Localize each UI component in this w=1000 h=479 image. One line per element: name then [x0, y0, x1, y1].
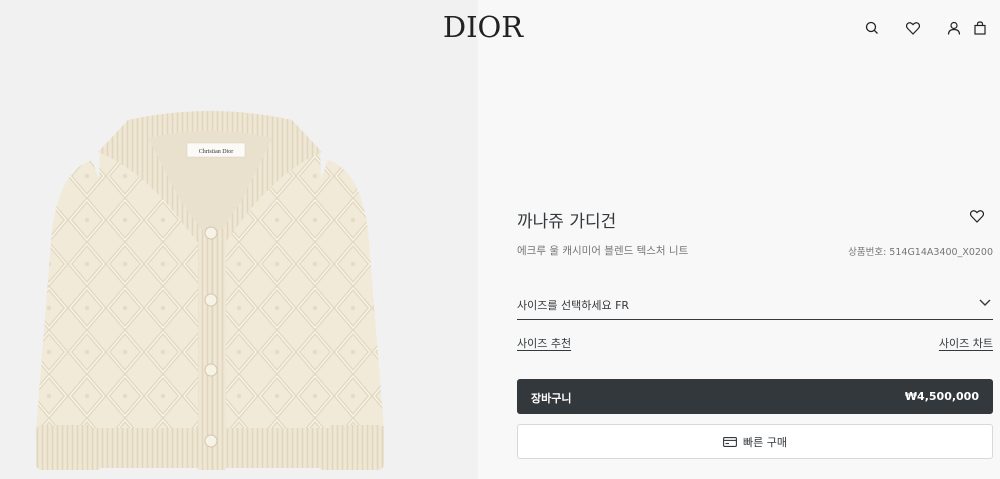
- account-icon[interactable]: [933, 18, 974, 38]
- quick-buy-label: 빠른 구매: [743, 435, 787, 449]
- product-reference: 상품번호: 514G14A3400_X0200: [848, 247, 993, 258]
- cart-button-label: 장바구니: [531, 392, 572, 405]
- dior-logo[interactable]: DIOR: [0, 10, 966, 44]
- size-select-label: 사이즈를 선택하세요 FR: [517, 299, 630, 312]
- size-recommend-link[interactable]: 사이즈 추천: [517, 335, 571, 351]
- header-icons: [851, 18, 1000, 38]
- size-select[interactable]: 사이즈를 선택하세요 FR: [517, 293, 993, 320]
- wishlist-heart-icon[interactable]: [969, 208, 988, 224]
- svg-text:Christian Dior: Christian Dior: [199, 149, 234, 155]
- heart-icon[interactable]: [892, 18, 933, 38]
- product-image[interactable]: Christian Dior: [30, 110, 390, 475]
- bag-icon[interactable]: [974, 18, 1000, 38]
- price: ₩4,500,000: [904, 390, 979, 403]
- size-chart-link[interactable]: 사이즈 차트: [939, 335, 993, 351]
- site-header: DIOR: [0, 0, 1000, 56]
- search-icon[interactable]: [851, 18, 892, 38]
- product-image-panel: Christian Dior: [0, 0, 478, 479]
- chevron-down-icon: [979, 299, 991, 306]
- product-title: 까나쥬 가디건: [517, 212, 617, 232]
- add-to-cart-button[interactable]: 장바구니 ₩4,500,000: [517, 379, 993, 414]
- quick-buy-button[interactable]: 빠른 구매: [517, 424, 993, 459]
- credit-card-icon: [723, 436, 737, 447]
- product-subtitle: 에크루 울 캐시미어 블렌드 텍스처 니트: [517, 245, 689, 257]
